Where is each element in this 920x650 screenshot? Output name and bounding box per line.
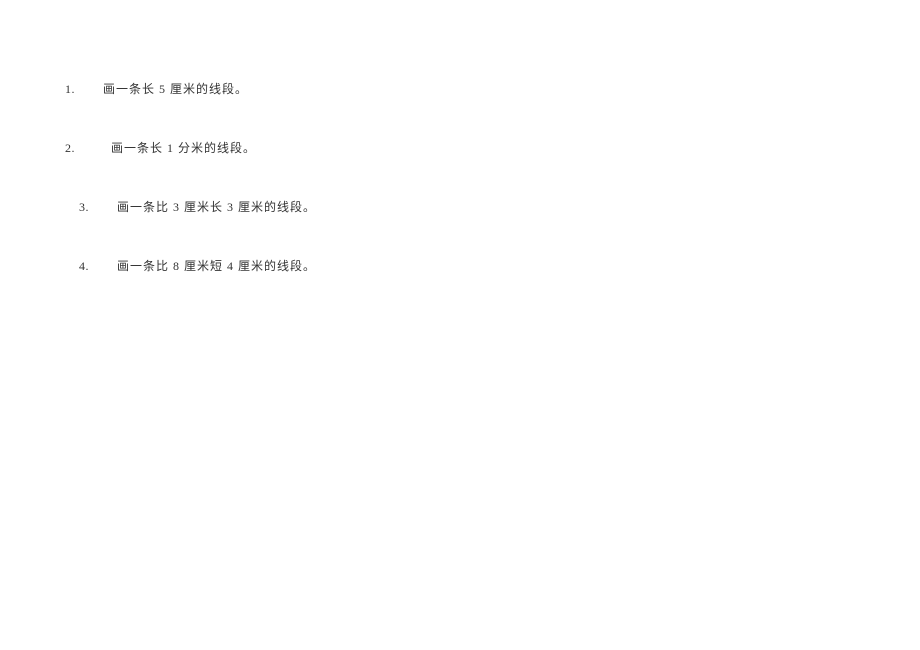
question-item: 1. 画一条长 5 厘米的线段。: [65, 80, 920, 97]
question-text: 画一条长 5 厘米的线段。: [103, 80, 248, 97]
question-number: 3.: [79, 200, 107, 215]
question-text: 画一条长 1 分米的线段。: [111, 139, 256, 156]
question-item: 4. 画一条比 8 厘米短 4 厘米的线段。: [79, 257, 920, 274]
question-number: 1.: [65, 82, 93, 97]
question-number: 4.: [79, 259, 107, 274]
question-text: 画一条比 8 厘米短 4 厘米的线段。: [117, 257, 316, 274]
question-item: 3. 画一条比 3 厘米长 3 厘米的线段。: [79, 198, 920, 215]
question-item: 2. 画一条长 1 分米的线段。: [65, 139, 920, 156]
question-text: 画一条比 3 厘米长 3 厘米的线段。: [117, 198, 316, 215]
question-number: 2.: [65, 141, 93, 156]
